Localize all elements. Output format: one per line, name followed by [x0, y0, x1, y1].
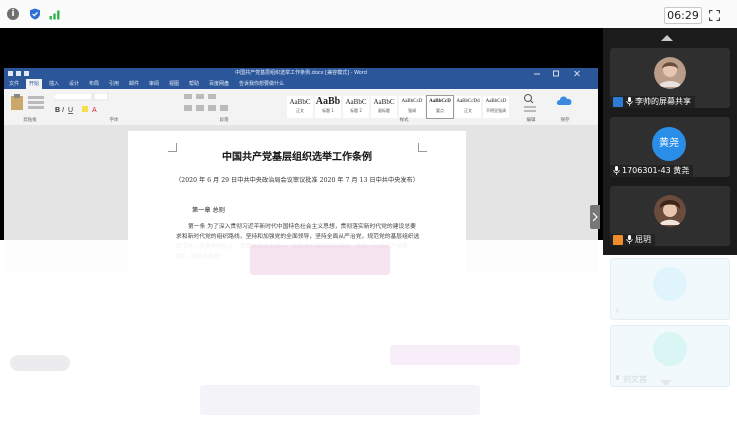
participant-tile[interactable]: 刘文茜 [610, 325, 730, 387]
style-subtle-emphasis[interactable]: AaBbCcD 不明显强调 [482, 95, 510, 119]
paste-icon[interactable] [10, 93, 24, 113]
mic-icon [613, 166, 620, 175]
participant-tile[interactable] [610, 258, 730, 320]
group-label-font: 字体 [109, 118, 119, 123]
participant-photo [654, 57, 686, 89]
mic-icon [626, 97, 633, 106]
participant-tile[interactable]: 黄尧 1706301-43 黄尧 [610, 117, 730, 177]
tab-design[interactable]: 设计 [66, 79, 82, 89]
document-title: 中国共产党基层组织选举工作条例 [222, 152, 372, 163]
svg-text:U: U [68, 107, 73, 114]
find-replace-icon[interactable] [522, 93, 540, 113]
fullscreen-icon[interactable] [709, 10, 720, 21]
tab-view[interactable]: 视图 [166, 79, 182, 89]
participant-tile[interactable]: 李帅的屏幕共享 [610, 48, 730, 108]
tab-home[interactable]: 开始 [26, 79, 43, 89]
style-heading-1[interactable]: AaBb 标题 1 [314, 95, 342, 119]
word-ribbon-tabs: 文件 开始 插入 设计 布局 引用 邮件 审阅 视图 帮助 百度网盘 告诉我你想… [4, 79, 598, 89]
maximize-icon[interactable] [549, 70, 563, 77]
word-title-bar: 中国共产党基层组织选举工作条例.docx [兼容模式] - Word [4, 68, 598, 79]
avatar: 黄尧 [652, 127, 686, 161]
font-controls[interactable]: B I U A [54, 93, 124, 115]
word-ribbon: B I U A AaBbC 正文 AaBb 标题 1 AaBbC 标题 2 Aa… [4, 89, 598, 126]
participant-label: 1706301-43 黄尧 [610, 165, 694, 177]
tab-file[interactable]: 文件 [6, 79, 22, 89]
style-subtitle[interactable]: AaBbC 副标题 [370, 95, 398, 119]
style-normal[interactable]: AaBbC 正文 [286, 95, 314, 119]
paragraph-controls[interactable] [184, 93, 244, 115]
tab-help[interactable]: 帮助 [186, 79, 202, 89]
close-icon[interactable] [570, 70, 584, 77]
tab-references[interactable]: 引用 [106, 79, 122, 89]
collapse-rail-handle[interactable] [590, 205, 600, 229]
document-chapter-heading: 第一章 总则 [192, 207, 225, 214]
scroll-down-icon[interactable] [659, 379, 673, 387]
minimize-icon[interactable] [530, 70, 544, 77]
host-badge-icon [613, 234, 623, 245]
style-heading-2[interactable]: AaBbC 标题 2 [342, 95, 370, 119]
faded-artifact [10, 355, 70, 371]
participant-label: 刘文茜 [611, 374, 651, 386]
clipboard-tools-icon[interactable] [28, 95, 46, 111]
participant-rail: 李帅的屏幕共享 黄尧 1706301-43 黄尧 屈玥 刘文茜 [603, 28, 737, 388]
mic-icon [626, 235, 633, 244]
tab-insert[interactable]: 插入 [46, 79, 62, 89]
screen-share-badge-icon [613, 96, 623, 107]
faded-artifact [200, 385, 480, 415]
svg-text:B: B [55, 107, 60, 114]
info-icon[interactable]: i [7, 8, 19, 20]
mic-icon [616, 308, 619, 313]
avatar [653, 332, 687, 366]
participant-tile[interactable]: 屈玥 [610, 186, 730, 246]
group-label-save: 保存 [560, 118, 570, 123]
participant-label: 屈玥 [610, 234, 655, 246]
group-label-styles: 样式 [399, 118, 409, 123]
style-emphasis[interactable]: AaBbCcD 强调 [398, 95, 426, 119]
group-label-editing: 编辑 [526, 118, 536, 123]
faded-artifact [390, 345, 520, 365]
svg-text:A: A [92, 107, 97, 114]
tab-baidu-netdisk[interactable]: 百度网盘 [206, 79, 232, 89]
document-subtitle: （2020 年 6 月 29 日中共中央政治局会议审议批准 2020 年 7 月… [175, 177, 419, 184]
tell-me-search[interactable]: 告诉我你想要做什么 [236, 79, 287, 89]
tab-review[interactable]: 审阅 [146, 79, 162, 89]
chevron-right-icon [592, 212, 598, 222]
word-window-title: 中国共产党基层组织选举工作条例.docx [兼容模式] - Word [235, 70, 367, 76]
top-bar: i 06:29 [0, 0, 737, 29]
meeting-timer: 06:29 [664, 7, 702, 24]
scroll-up-icon[interactable] [660, 34, 674, 42]
participant-photo [654, 195, 686, 227]
tab-layout[interactable]: 布局 [86, 79, 102, 89]
shield-icon[interactable] [29, 8, 41, 20]
style-strong[interactable]: AaBbCcD 要点 [426, 95, 454, 119]
mic-icon [616, 375, 619, 380]
save-to-netdisk-icon[interactable] [556, 93, 574, 111]
participant-label: 李帅的屏幕共享 [610, 96, 695, 108]
group-label-paragraph: 段落 [219, 118, 229, 123]
tab-mailings[interactable]: 邮件 [126, 79, 142, 89]
participant-label [611, 307, 627, 319]
group-label-clipboard: 剪贴板 [23, 118, 37, 123]
signal-icon[interactable] [49, 8, 61, 20]
style-quote[interactable]: AaBbCcDd 正文 [454, 95, 482, 119]
svg-text:I: I [62, 107, 64, 114]
faded-artifact [250, 245, 390, 275]
avatar [653, 267, 687, 301]
